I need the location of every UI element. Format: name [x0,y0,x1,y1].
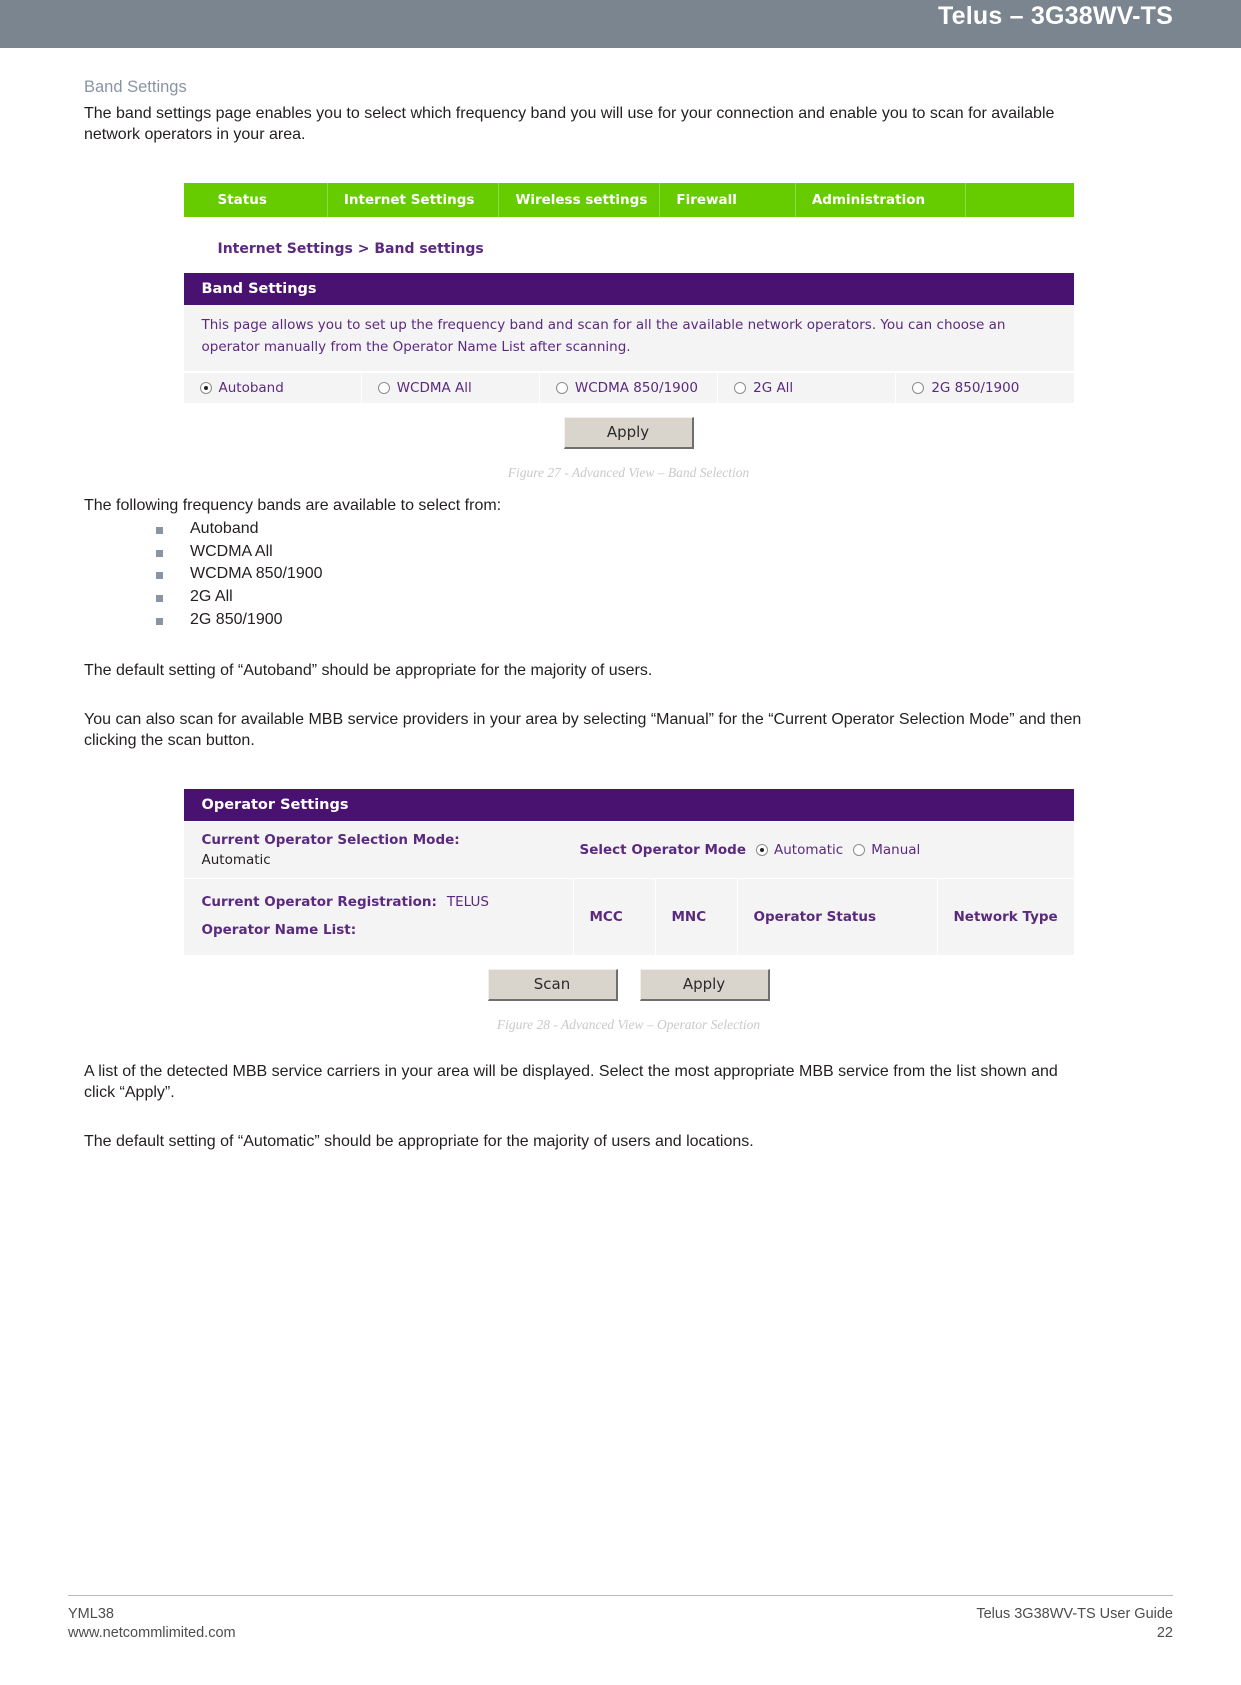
band-option-wcdma-850-1900[interactable]: WCDMA 850/1900 [540,372,719,403]
breadcrumb: Internet Settings > Band settings [217,241,484,258]
footer-line-1: YML38 Telus 3G38WV-TS User Guide [68,1606,1173,1622]
list-item: WCDMA 850/1900 [156,563,1173,586]
registration-line: Current Operator Registration: TELUS [202,889,573,917]
current-mode-value: Automatic [201,852,271,869]
band-options-row: Autoband WCDMA All WCDMA 850/1900 2G All… [183,371,1074,403]
band-option-label: WCDMA 850/1900 [574,379,698,396]
band-option-label: Autoband [218,379,284,396]
list-item: Autoband [156,518,1173,541]
column-header-operator-status: Operator Status [738,879,938,955]
list-item: WCDMA All [156,541,1173,564]
scan-button[interactable]: Scan [487,968,618,1001]
band-option-2g-850-1900[interactable]: 2G 850/1900 [896,373,1073,403]
section-heading: Band Settings [84,78,187,96]
figure-27-caption: Figure 27 - Advanced View – Band Selecti… [507,464,750,480]
list-item: 2G 850/1900 [156,609,1173,632]
radio-icon-2g-850-1900[interactable] [912,381,925,394]
nav-tab-wireless-settings[interactable]: Wireless settings [499,183,661,218]
select-operator-mode-label: Select Operator Mode [579,842,747,859]
band-list-intro: The following frequency bands are availa… [84,496,502,514]
nav-tab-administration[interactable]: Administration [796,183,967,218]
figure-band-settings-screenshot: Status Internet Settings Wireless settin… [183,183,1074,453]
footer-line-2: www.netcommlimited.com 22 [68,1625,1173,1641]
band-option-label: 2G All [753,379,794,396]
column-header-mcc: MCC [574,879,656,955]
band-option-wcdma-all[interactable]: WCDMA All [362,372,540,403]
footer-guide-name: Telus 3G38WV-TS User Guide [976,1606,1173,1622]
operator-settings-panel-title: Operator Settings [183,788,1074,821]
paragraph-default-automatic: The default setting of “Automatic” shoul… [84,1133,754,1151]
radio-icon-manual[interactable] [853,844,866,857]
footer-website: www.netcommlimited.com [68,1625,236,1641]
nav-tab-status[interactable]: Status [184,183,328,218]
band-option-label: WCDMA All [396,379,472,396]
page-content: Band Settings The band settings page ena… [0,78,1241,1152]
operator-mode-label: Automatic [774,842,844,859]
page-header-band: Telus – 3G38WV-TS [0,0,1241,48]
figure-28-caption: Figure 28 - Advanced View – Operator Sel… [496,1016,761,1032]
band-option-label: 2G 850/1900 [931,379,1020,396]
band-option-2g-all[interactable]: 2G All [718,372,897,403]
nav-tab-internet-settings[interactable]: Internet Settings [328,183,500,218]
band-settings-panel-title: Band Settings [183,273,1074,306]
list-item: 2G All [156,586,1173,609]
nav-tab-firewall[interactable]: Firewall [660,183,796,218]
footer-divider [68,1595,1173,1596]
footer-doc-code: YML38 [68,1606,114,1622]
operator-registration-block: Current Operator Registration: TELUS Oper… [184,879,574,955]
current-operator-selection-mode: Current Operator Selection Mode: Automat… [184,822,574,879]
paragraph-default-band: The default setting of “Autoband” should… [84,661,653,679]
operator-mode-row: Current Operator Selection Mode: Automat… [183,820,1074,879]
page-footer: YML38 Telus 3G38WV-TS User Guide www.net… [68,1595,1173,1641]
paragraph-scan-instructions: You can also scan for available MBB serv… [84,710,1082,749]
section-intro-paragraph: The band settings page enables you to se… [84,105,1055,144]
current-mode-label: Current Operator Selection Mode: [201,831,460,848]
radio-icon-wcdma-all[interactable] [377,381,390,394]
column-header-network-type: Network Type [953,909,1058,926]
band-settings-button-row: Apply [183,402,1074,453]
router-navbar: Status Internet Settings Wireless settin… [183,183,1074,218]
registration-label: Current Operator Registration: [201,894,437,911]
band-option-autoband[interactable]: Autoband [184,372,362,403]
band-apply-button[interactable]: Apply [563,416,694,449]
operator-settings-button-row: Scan Apply [183,954,1074,1005]
document-title: Telus – 3G38WV-TS [938,2,1173,30]
operator-mode-manual[interactable]: Manual [853,842,920,858]
radio-icon-wcdma-850-1900[interactable] [555,381,568,394]
select-operator-mode-group: Select Operator Mode Automatic Manual [574,822,1074,879]
nav-filler [966,183,1073,217]
operator-settings-panel: Operator Settings Current Operator Selec… [183,788,1074,1005]
band-list: Autoband WCDMA All WCDMA 850/1900 2G All… [84,518,1173,632]
paragraph-detected-carriers: A list of the detected MBB service carri… [84,1062,1058,1101]
operator-apply-button[interactable]: Apply [639,968,770,1001]
radio-icon-automatic[interactable] [756,844,768,857]
band-settings-panel: Band Settings This page allows you to se… [183,273,1074,453]
operator-name-list-label: Operator Name List: [201,922,357,939]
operator-table-header-row: Current Operator Registration: TELUS Oper… [183,878,1074,955]
operator-mode-label: Manual [871,842,921,859]
registration-value: TELUS [446,894,489,911]
radio-icon-2g-all[interactable] [734,381,747,394]
figure-operator-settings-screenshot: Operator Settings Current Operator Selec… [183,788,1074,1005]
column-header-mnc: MNC [656,879,738,955]
radio-icon-autoband[interactable] [199,381,212,394]
footer-page-number: 22 [1156,1625,1173,1641]
operator-mode-automatic[interactable]: Automatic [756,842,843,858]
band-settings-panel-description: This page allows you to set up the frequ… [183,305,1074,372]
